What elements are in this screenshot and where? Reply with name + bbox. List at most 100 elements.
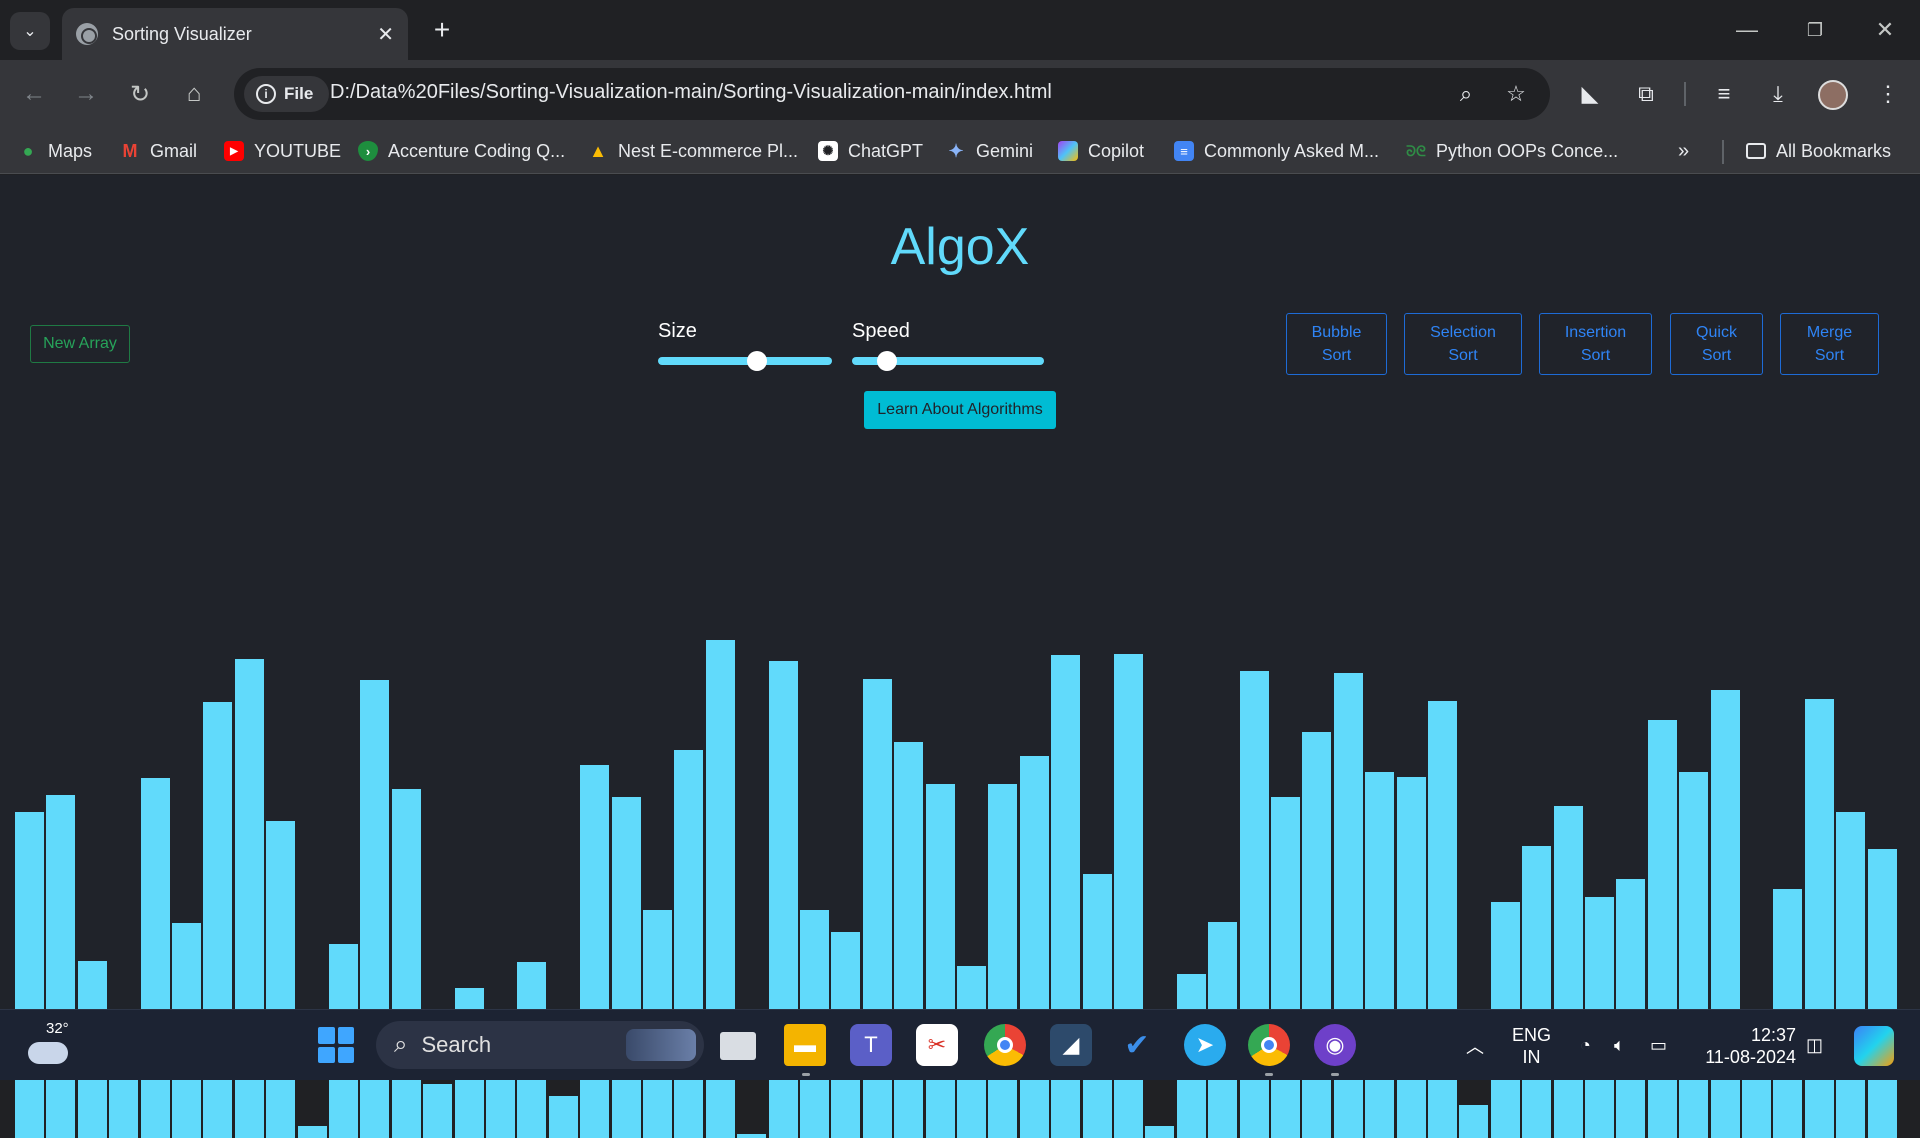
selection-sort-button[interactable]: Selection Sort bbox=[1404, 313, 1522, 375]
show-hidden-icons-chevron-icon[interactable]: ︿ bbox=[1466, 1010, 1484, 1081]
new-array-button[interactable]: New Array bbox=[30, 325, 130, 363]
windows-start-icon[interactable] bbox=[318, 1027, 354, 1063]
bookmarks-bar: ● Maps M Gmail ▶ YOUTUBE › Accenture Cod… bbox=[0, 128, 1920, 174]
bookmarks-divider bbox=[1722, 140, 1724, 164]
array-bar bbox=[548, 1096, 578, 1138]
array-bar bbox=[46, 795, 76, 1138]
downloads-icon[interactable]: ⤓ bbox=[1760, 76, 1796, 112]
battery-icon[interactable]: ▭ bbox=[1650, 1010, 1667, 1081]
bookmark-accenture[interactable]: › Accenture Coding Q... bbox=[358, 136, 565, 166]
temperature: 32° bbox=[46, 1020, 69, 1037]
speed-slider[interactable] bbox=[852, 351, 1044, 371]
file-explorer-icon[interactable]: ▬ bbox=[784, 1024, 826, 1066]
restore-button[interactable]: ❐ bbox=[1792, 10, 1838, 50]
copilot-taskbar-icon[interactable] bbox=[1854, 1026, 1894, 1066]
back-button[interactable]: ← bbox=[14, 74, 54, 114]
button-label-line2: Sort bbox=[1701, 347, 1732, 364]
bookmark-gemini[interactable]: ✦ Gemini bbox=[946, 136, 1033, 166]
bookmark-copilot[interactable]: Copilot bbox=[1058, 136, 1144, 166]
language-indicator[interactable]: ENG IN bbox=[1512, 1024, 1551, 1068]
extension-icon[interactable]: ◣ bbox=[1572, 76, 1608, 112]
snipping-tool-icon[interactable]: ✂ bbox=[916, 1024, 958, 1066]
taskbar-search[interactable]: ⌕ Search bbox=[376, 1021, 704, 1069]
bookmark-star-icon[interactable]: ☆ bbox=[1500, 78, 1532, 110]
bookmark-gmail[interactable]: M Gmail bbox=[120, 136, 198, 166]
size-label: Size bbox=[658, 320, 697, 342]
task-view-icon[interactable] bbox=[720, 1032, 756, 1060]
bookmark-commonly-asked[interactable]: ≡ Commonly Asked M... bbox=[1174, 136, 1379, 166]
media-controls-icon[interactable]: ≡ bbox=[1706, 76, 1742, 112]
bookmark-label: Python OOPs Conce... bbox=[1436, 140, 1619, 161]
bookmark-label: Maps bbox=[48, 140, 93, 161]
array-bar bbox=[1271, 797, 1300, 1138]
bookmark-maps[interactable]: ● Maps bbox=[18, 136, 92, 166]
minimize-button[interactable]: — bbox=[1724, 10, 1770, 50]
learn-algorithms-button[interactable]: Learn About Algorithms bbox=[864, 391, 1056, 429]
button-label-line1: Selection bbox=[1430, 324, 1496, 341]
bookmark-label: Gmail bbox=[150, 140, 198, 161]
search-label: Search bbox=[421, 1032, 492, 1057]
size-slider[interactable] bbox=[658, 351, 832, 371]
speed-slider-thumb[interactable] bbox=[876, 351, 897, 371]
tab-search-button[interactable]: ⌄ bbox=[10, 12, 50, 50]
forward-button[interactable]: → bbox=[66, 74, 106, 114]
close-window-button[interactable]: ✕ bbox=[1862, 10, 1908, 50]
chrome-profile-icon[interactable] bbox=[1248, 1024, 1290, 1066]
bookmark-nest[interactable]: ▲ Nest E-commerce Pl... bbox=[588, 136, 798, 166]
clock[interactable]: 12:37 11-08-2024 bbox=[1696, 1024, 1796, 1068]
toolbar-divider bbox=[1684, 82, 1686, 106]
button-label-line1: Insertion bbox=[1564, 324, 1627, 341]
bookmark-chatgpt[interactable]: ✺ ChatGPT bbox=[818, 136, 923, 166]
gfg-icon: ᘐᘓ bbox=[1406, 142, 1426, 159]
bookmark-youtube[interactable]: ▶ YOUTUBE bbox=[224, 136, 341, 166]
time: 12:37 bbox=[1750, 1025, 1796, 1045]
address-bar[interactable]: i File D:/Data%20Files/Sorting-Visualiza… bbox=[234, 68, 1550, 120]
speed-control: Speed bbox=[852, 320, 1044, 371]
bookmark-label: Commonly Asked M... bbox=[1204, 140, 1380, 161]
close-tab-icon[interactable]: ✕ bbox=[377, 22, 394, 47]
bubble-sort-button[interactable]: Bubble Sort bbox=[1286, 313, 1387, 375]
all-bookmarks[interactable]: All Bookmarks bbox=[1746, 136, 1891, 166]
button-label-line2: Sort bbox=[1580, 347, 1611, 364]
chrome-icon[interactable] bbox=[984, 1024, 1026, 1066]
wifi-icon[interactable]: ◔ bbox=[1580, 1010, 1591, 1081]
size-control: Size bbox=[658, 320, 832, 371]
running-indicator bbox=[1331, 1073, 1339, 1076]
language-code: ENG bbox=[1512, 1025, 1552, 1045]
quick-sort-button[interactable]: Quick Sort bbox=[1670, 313, 1763, 375]
mysql-workbench-icon[interactable]: ◢ bbox=[1050, 1024, 1092, 1066]
tab-title: Sorting Visualizer bbox=[112, 23, 252, 44]
array-bar bbox=[297, 1126, 327, 1138]
notifications-icon[interactable]: ◫ bbox=[1806, 1010, 1823, 1081]
active-tab[interactable]: Sorting Visualizer ✕ bbox=[62, 8, 408, 60]
home-button[interactable]: ⌂ bbox=[174, 74, 214, 114]
size-slider-thumb[interactable] bbox=[747, 351, 768, 371]
more-bookmarks-chevron-icon[interactable]: » bbox=[1678, 136, 1689, 166]
bookmark-label: Nest E-commerce Pl... bbox=[618, 140, 799, 161]
profile-avatar[interactable] bbox=[1818, 80, 1848, 110]
url-text[interactable]: D:/Data%20Files/Sorting-Visualization-ma… bbox=[330, 81, 1052, 104]
bookmark-python-oops[interactable]: ᘐᘓ Python OOPs Conce... bbox=[1406, 136, 1618, 166]
menu-kebab-icon[interactable]: ⋮ bbox=[1870, 76, 1906, 112]
site-info-chip[interactable]: i File bbox=[244, 76, 330, 112]
github-desktop-icon[interactable]: ◉ bbox=[1314, 1024, 1356, 1066]
extensions-puzzle-icon[interactable]: ⧉ bbox=[1628, 76, 1664, 112]
telegram-icon[interactable]: ➤ bbox=[1184, 1024, 1226, 1066]
cloud-icon bbox=[28, 1042, 68, 1064]
new-tab-button[interactable]: + bbox=[424, 12, 460, 48]
insertion-sort-button[interactable]: Insertion Sort bbox=[1539, 313, 1652, 375]
weather-widget[interactable]: 32° bbox=[28, 1020, 72, 1070]
merge-sort-button[interactable]: Merge Sort bbox=[1780, 313, 1879, 375]
reload-button[interactable]: ↻ bbox=[120, 74, 160, 114]
bookmark-label: Gemini bbox=[976, 140, 1034, 161]
array-bar bbox=[1459, 1105, 1489, 1138]
page-content: AlgoX New Array Size Speed Learn About A… bbox=[0, 175, 1920, 1138]
drive-icon: ▲ bbox=[589, 140, 607, 161]
teams-icon[interactable]: T bbox=[850, 1024, 892, 1066]
zoom-icon[interactable]: ⌕ bbox=[1450, 78, 1482, 110]
todo-icon[interactable]: ✔ bbox=[1116, 1024, 1158, 1066]
taskbar: 32° ⌕ Search ▬ T ✂ ◢ ✔ ➤ ◉ ︿ ENG IN ◔ 🔈︎… bbox=[0, 1009, 1920, 1080]
button-label-line2: Sort bbox=[1448, 347, 1478, 364]
array-bar bbox=[580, 765, 610, 1138]
volume-icon[interactable]: 🔈︎ bbox=[1614, 1010, 1625, 1081]
